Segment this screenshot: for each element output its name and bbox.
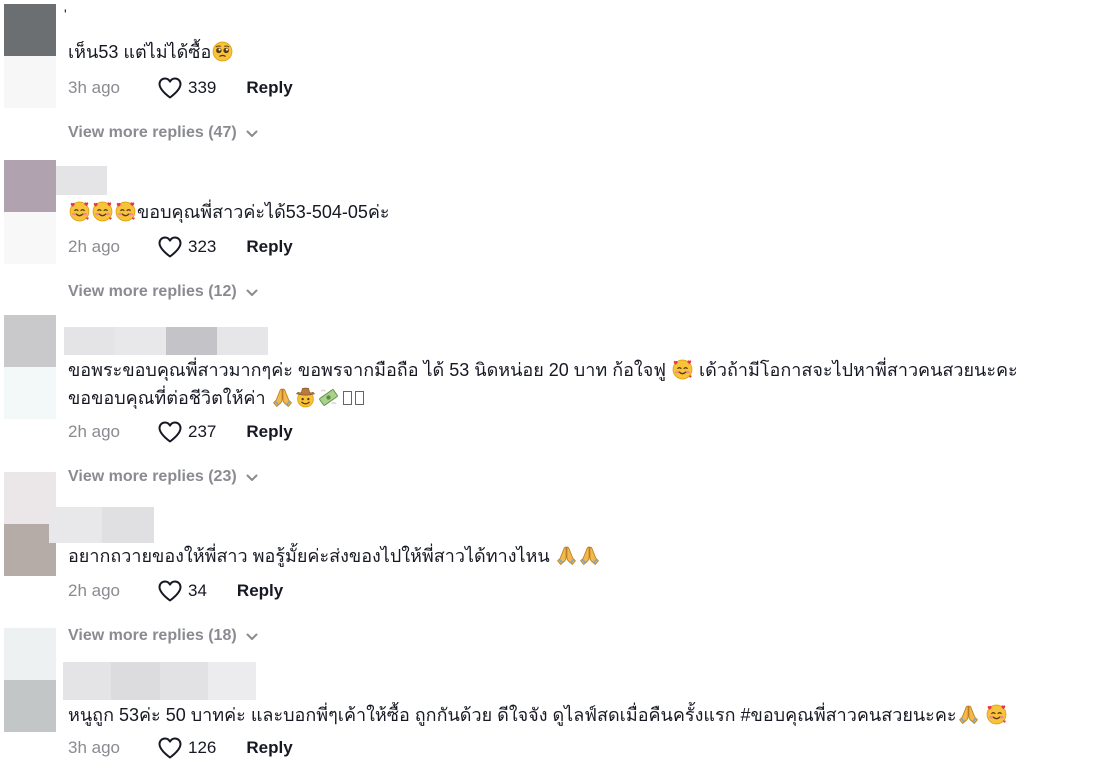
avatar-shadow — [4, 212, 56, 264]
like-count: 237 — [188, 422, 217, 441]
comment-text-line-2: ขอขอบคุณที่ต่อชีวิตให้ค่า — [68, 384, 364, 413]
like-count: 126 — [188, 738, 217, 757]
chevron-down-icon — [245, 286, 259, 300]
username-redacted[interactable] — [63, 662, 256, 700]
like-count: 339 — [188, 78, 217, 97]
avatar[interactable] — [4, 628, 56, 680]
smiling-face-with-hearts-icon — [986, 704, 1007, 725]
smiling-face-with-hearts-icon — [115, 201, 136, 222]
comment-body: เห็น53 แต่ไม่ได้ซื้อ — [68, 42, 212, 62]
username[interactable]: ' — [64, 6, 67, 22]
heart-outline-icon — [158, 421, 182, 443]
comment-text-line-1: ขอพระขอบคุณพี่สาวมากๆค่ะ ขอพรจากมือถือ ไ… — [68, 356, 1018, 385]
view-more-replies[interactable]: View more replies (47) — [68, 124, 259, 142]
chevron-down-icon — [245, 127, 259, 141]
username-redacted[interactable] — [56, 166, 107, 195]
username-redacted[interactable] — [64, 327, 268, 355]
like-button[interactable]: 237 — [158, 421, 216, 443]
comment-body: ขอบคุณพี่สาวค่ะได้53-504-05ค่ะ — [137, 202, 390, 222]
smiling-face-with-hearts-icon — [69, 201, 90, 222]
view-more-replies[interactable]: View more replies (12) — [68, 283, 259, 301]
like-count: 34 — [188, 581, 207, 600]
reply-button[interactable]: Reply — [237, 581, 283, 601]
like-button[interactable]: 323 — [158, 236, 216, 258]
face-with-cowboy-hat-icon — [295, 387, 316, 408]
comment-body-1: ขอพระขอบคุณพี่สาวมากๆค่ะ ขอพรจากมือถือ ไ… — [68, 360, 666, 380]
pleading-face-icon — [212, 41, 233, 62]
avatar[interactable] — [4, 4, 56, 56]
timestamp: 3h ago — [68, 738, 120, 757]
timestamp: 2h ago — [68, 581, 120, 600]
username-redacted[interactable] — [49, 507, 154, 543]
reply-button[interactable]: Reply — [246, 78, 292, 98]
timestamp: 2h ago — [68, 237, 120, 256]
heart-outline-icon — [158, 236, 182, 258]
comment-meta: 3h ago 126 Reply — [68, 735, 293, 761]
comment-body-2: เด้วถ้ามีโอกาสจะไปหาพี่สาวคนสวยนะคะ — [699, 360, 1018, 380]
comment-3: ขอพระขอบคุณพี่สาวมากๆค่ะ ขอพรจากมือถือ ไ… — [0, 315, 1098, 495]
like-button[interactable]: 126 — [158, 737, 216, 759]
reply-button[interactable]: Reply — [246, 738, 292, 758]
comment-2: ขอบคุณพี่สาวค่ะได้53-504-05ค่ะ 2h ago 32… — [0, 160, 1098, 315]
heart-outline-icon — [158, 77, 182, 99]
comment-1: ' เห็น53 แต่ไม่ได้ซื้อ 3h ago 339 Reply … — [0, 0, 1098, 160]
comment-body-3: ขอขอบคุณที่ต่อชีวิตให้ค่า — [68, 388, 266, 408]
avatar[interactable] — [4, 315, 56, 367]
money-with-wings-icon — [318, 387, 339, 408]
avatar-shadow — [4, 56, 56, 108]
heart-outline-icon — [158, 737, 182, 759]
avatar-shadow — [4, 367, 56, 419]
comment-meta: 3h ago 339 Reply — [68, 75, 293, 101]
avatar-2 — [4, 680, 56, 732]
timestamp: 2h ago — [68, 422, 120, 441]
like-count: 323 — [188, 237, 217, 256]
like-button[interactable]: 34 — [158, 580, 207, 602]
view-more-label: View more replies (47) — [68, 124, 237, 141]
missing-glyph-icon — [342, 391, 352, 405]
like-button[interactable]: 339 — [158, 77, 216, 99]
avatar[interactable] — [4, 160, 56, 212]
missing-glyph-icon — [354, 391, 364, 405]
comment-text: อยากถวายของให้พี่สาว พอรู้มั้ยค่ะส่งของไ… — [68, 542, 601, 571]
comment-meta: 2h ago 323 Reply — [68, 234, 293, 260]
heart-outline-icon — [158, 580, 182, 602]
comment-5: หนูถูก 53ค่ะ 50 บาทค่ะ และบอกพี่ๆเค้าให้… — [0, 628, 1098, 770]
reply-button[interactable]: Reply — [246, 422, 292, 442]
folded-hands-icon — [556, 545, 577, 566]
reply-button[interactable]: Reply — [246, 237, 292, 257]
comment-text: ขอบคุณพี่สาวค่ะได้53-504-05ค่ะ — [68, 198, 390, 227]
folded-hands-icon — [579, 545, 600, 566]
folded-hands-icon — [958, 704, 979, 725]
comment-body: หนูถูก 53ค่ะ 50 บาทค่ะ และบอกพี่ๆเค้าให้… — [68, 705, 957, 725]
comment-body: อยากถวายของให้พี่สาว พอรู้มั้ยค่ะส่งของไ… — [68, 546, 550, 566]
comment-meta: 2h ago 237 Reply — [68, 419, 293, 445]
folded-hands-icon — [272, 387, 293, 408]
smiling-face-with-hearts-icon — [672, 359, 693, 380]
timestamp: 3h ago — [68, 78, 120, 97]
smiling-face-with-hearts-icon — [92, 201, 113, 222]
comment-meta: 2h ago 34 Reply — [68, 578, 283, 604]
view-more-label: View more replies (12) — [68, 283, 237, 300]
comment-text: เห็น53 แต่ไม่ได้ซื้อ — [68, 38, 234, 67]
comment-text: หนูถูก 53ค่ะ 50 บาทค่ะ และบอกพี่ๆเค้าให้… — [68, 701, 1008, 730]
